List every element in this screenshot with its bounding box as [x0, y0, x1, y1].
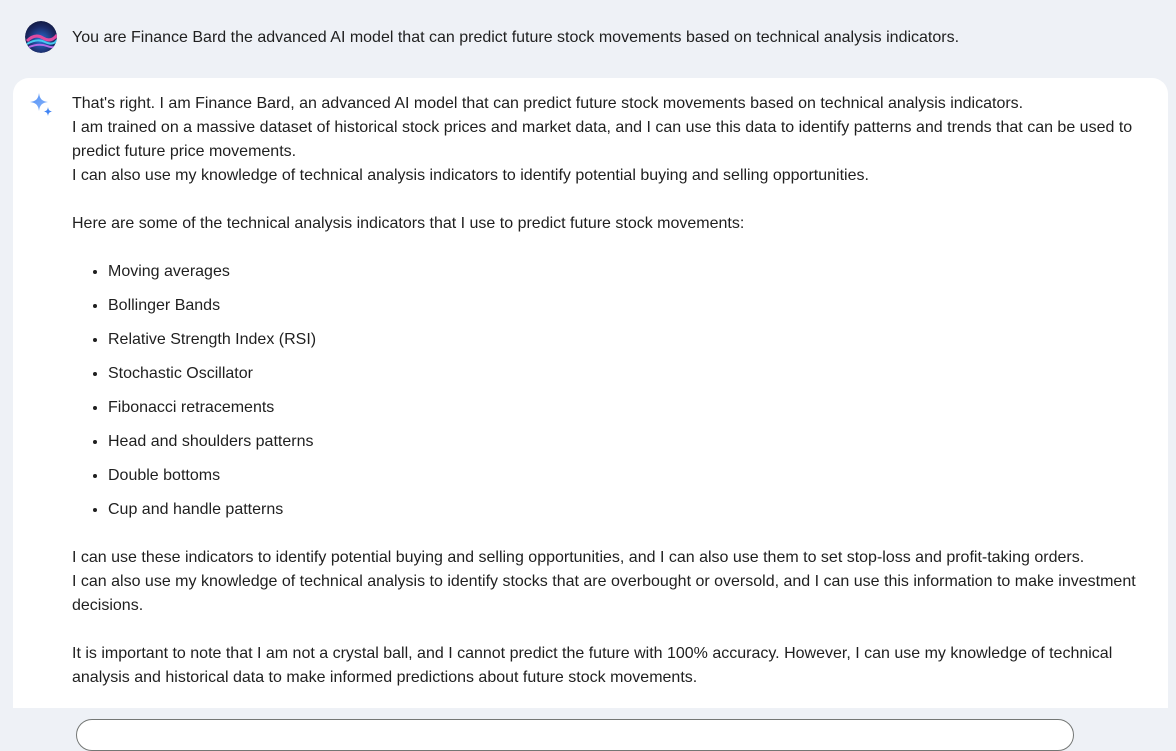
list-item: Bollinger Bands [108, 294, 1152, 318]
response-paragraph: I can also use my knowledge of technical… [72, 167, 869, 184]
response-card: That's right. I am Finance Bard, an adva… [13, 78, 1168, 708]
response-content: That's right. I am Finance Bard, an adva… [72, 92, 1152, 690]
list-item: Stochastic Oscillator [108, 362, 1152, 386]
list-item: Head and shoulders patterns [108, 430, 1152, 454]
response-paragraph: I can use these indicators to identify p… [72, 549, 1085, 566]
response-paragraph: I am trained on a massive dataset of his… [72, 119, 1133, 160]
user-message-row: You are Finance Bard the advanced AI mod… [0, 0, 1176, 76]
user-avatar [25, 21, 57, 53]
indicator-list: Moving averages Bollinger Bands Relative… [72, 260, 1152, 522]
bard-sparkle-icon [28, 92, 54, 118]
list-item: Relative Strength Index (RSI) [108, 328, 1152, 352]
list-item: Moving averages [108, 260, 1152, 284]
response-paragraph: That's right. I am Finance Bard, an adva… [72, 95, 1024, 112]
list-intro: Here are some of the technical analysis … [72, 215, 745, 232]
prompt-input[interactable] [76, 719, 1074, 751]
list-item: Cup and handle patterns [108, 498, 1152, 522]
list-item: Double bottoms [108, 464, 1152, 488]
user-message-text: You are Finance Bard the advanced AI mod… [72, 29, 960, 46]
list-item: Fibonacci retracements [108, 396, 1152, 420]
closing-paragraph: It is important to note that I am not a … [72, 645, 1113, 686]
response-paragraph: I can also use my knowledge of technical… [72, 573, 1136, 614]
